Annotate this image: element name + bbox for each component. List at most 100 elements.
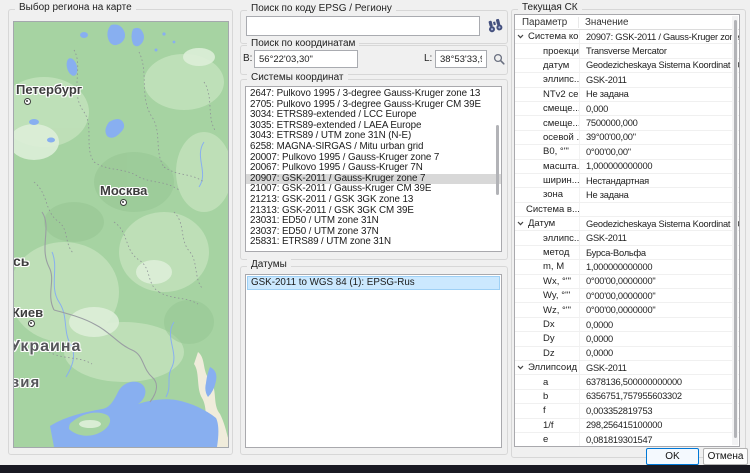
param-value-cell: 0,0000	[579, 347, 739, 360]
crs-list-item[interactable]: 2647: Pulkovo 1995 / 3-degree Gauss-Krug…	[246, 89, 501, 100]
param-value-cell: 0°00'00,0000000"	[579, 303, 739, 316]
cs-param-row[interactable]: e0,081819301547	[515, 433, 739, 447]
b-coordinate-input[interactable]	[254, 50, 358, 68]
cs-param-row[interactable]: методБурса-Вольфа	[515, 246, 739, 260]
params-scrollbar[interactable]	[732, 16, 738, 445]
crs-list-item[interactable]: 21313: GSK-2011 / GSK 3GK CM 39E	[246, 206, 501, 217]
crs-list-scrollbar[interactable]	[496, 125, 499, 195]
param-name-cell: b	[515, 391, 579, 402]
cs-param-row[interactable]: проекцияTransverse Mercator	[515, 44, 739, 58]
cs-param-row[interactable]: Система ко...20907: GSK-2011 / Gauss-Kru…	[515, 30, 739, 44]
param-name-cell: Dx	[515, 319, 579, 330]
param-value-cell: GSK-2011	[579, 231, 739, 244]
param-value-cell: Geodezicheskaya Sistema Koordinat 2011	[579, 217, 739, 230]
epsg-search-input[interactable]	[246, 16, 480, 36]
param-value-cell: Не задана	[579, 88, 739, 101]
cs-param-row[interactable]: эллипс...GSK-2011	[515, 73, 739, 87]
cs-param-row[interactable]: Dz0,0000	[515, 347, 739, 361]
datums-group-title: Датумы	[247, 259, 291, 270]
cs-param-row[interactable]: смеще...7500000,000	[515, 116, 739, 130]
map-labels: ПетербургМосквасьКиевУкраинавия	[14, 22, 228, 447]
ok-button[interactable]: OK	[646, 448, 699, 465]
crs-list-item[interactable]: 3035: ETRS89-extended / LAEA Europe	[246, 121, 501, 132]
cs-param-row[interactable]: зонаНе задана	[515, 188, 739, 202]
crs-list-item[interactable]: 23037: ED50 / UTM zone 37N	[246, 227, 501, 238]
cs-param-row[interactable]: датумGeodezicheskaya Sistema Koordinat 2…	[515, 59, 739, 73]
cs-param-row[interactable]: смеще...0,000	[515, 102, 739, 116]
cs-param-row[interactable]: Wz, °'"0°00'00,0000000"	[515, 303, 739, 317]
param-value-cell: Geodezicheskaya Sistema Koordinat 2011	[579, 59, 739, 72]
l-coordinate-input[interactable]	[435, 50, 487, 68]
crs-list-item[interactable]: 25831: ETRS89 / UTM zone 31N	[246, 237, 501, 248]
cancel-button[interactable]: Отмена	[703, 448, 748, 465]
param-name-cell: Система ко...	[515, 31, 579, 42]
param-name-cell: Датум	[515, 218, 579, 229]
cs-param-row[interactable]: f0,003352819753	[515, 404, 739, 418]
crs-list-item[interactable]: 6258: MAGNA-SIRGAS / Mitu urban grid	[246, 142, 501, 153]
coords-search-group-title: Поиск по координатам	[247, 38, 359, 49]
param-name-cell: Эллипсоид	[515, 362, 579, 373]
params-scrollbar-thumb[interactable]	[734, 20, 737, 438]
param-name-cell: смеще...	[515, 103, 579, 114]
param-name-cell: NTv2 се...	[515, 89, 579, 100]
cs-param-row[interactable]: ДатумGeodezicheskaya Sistema Koordinat 2…	[515, 217, 739, 231]
cs-param-row[interactable]: B0, °'"0°00'00,00"	[515, 145, 739, 159]
param-name-cell: 1/f	[515, 420, 579, 431]
param-name-cell: Wx, °'"	[515, 276, 579, 287]
crs-list-item[interactable]: 20907: GSK-2011 / Gauss-Kruger zone 7	[246, 174, 501, 185]
map-place-label: вия	[13, 374, 40, 391]
cs-param-row[interactable]: осевой ...39°00'00,00"	[515, 131, 739, 145]
cs-param-row[interactable]: эллипс...GSK-2011	[515, 231, 739, 245]
crs-list-item[interactable]: 2705: Pulkovo 1995 / 3-degree Gauss-Krug…	[246, 100, 501, 111]
crs-list-item[interactable]: 3034: ETRS89-extended / LCC Europe	[246, 110, 501, 121]
city-marker	[28, 320, 35, 327]
param-name-cell: Wy, °'"	[515, 290, 579, 301]
crs-list-item[interactable]: 23031: ED50 / UTM zone 31N	[246, 216, 501, 227]
cs-param-row[interactable]: ЭллипсоидGSK-2011	[515, 361, 739, 375]
crs-list-item[interactable]: 20067: Pulkovo 1995 / Gauss-Kruger 7N	[246, 163, 501, 174]
cs-param-row[interactable]: Wy, °'"0°00'00,0000000"	[515, 289, 739, 303]
crs-list-item[interactable]: 21007: GSK-2011 / Gauss-Kruger CM 39E	[246, 184, 501, 195]
cs-param-row[interactable]: b6356751,757955603302	[515, 390, 739, 404]
coordinate-system-dialog: Выбор региона на карте	[0, 0, 750, 473]
crs-group-title: Системы координат	[247, 72, 348, 83]
datums-list: GSK-2011 to WGS 84 (1): EPSG-Rus	[245, 274, 502, 448]
l-coordinate-label: L:	[424, 53, 432, 64]
cs-params-table: Параметр Значение Система ко...20907: GS…	[514, 14, 740, 447]
chevron-down-icon[interactable]	[517, 365, 527, 370]
crs-list-item[interactable]: 21213: GSK-2011 / GSK 3GK zone 13	[246, 195, 501, 206]
crs-list-item[interactable]: 3043: ETRS89 / UTM zone 31N (N-E)	[246, 131, 501, 142]
crs-list-item[interactable]: 20007: Pulkovo 1995 / Gauss-Kruger zone …	[246, 153, 501, 164]
cs-param-row[interactable]: NTv2 се...Не задана	[515, 88, 739, 102]
param-name-cell: осевой ...	[515, 132, 579, 143]
param-value-cell: 0,003352819753	[579, 404, 739, 417]
cs-param-row[interactable]: Dx0,0000	[515, 318, 739, 332]
cs-param-row[interactable]: Wx, °'"0°00'00,0000000"	[515, 275, 739, 289]
map-place-label: Украина	[13, 338, 81, 356]
chevron-down-icon[interactable]	[517, 221, 527, 226]
find-by-coords-button[interactable]	[490, 51, 507, 67]
cs-param-row[interactable]: масшта...1,000000000000	[515, 160, 739, 174]
cs-param-row[interactable]: a6378136,500000000000	[515, 375, 739, 389]
bottom-window-edge	[0, 465, 750, 473]
map-place-label: Киев	[13, 305, 43, 320]
cs-param-row[interactable]: Dy0,0000	[515, 332, 739, 346]
chevron-down-icon[interactable]	[517, 34, 527, 39]
param-name-cell: зона	[515, 189, 579, 200]
param-name-cell: a	[515, 377, 579, 388]
param-value-cell: Не задана	[579, 188, 739, 201]
find-by-code-button[interactable]	[484, 15, 505, 36]
datum-list-item[interactable]: GSK-2011 to WGS 84 (1): EPSG-Rus	[248, 277, 499, 289]
cs-param-row[interactable]: m, M1,000000000000	[515, 260, 739, 274]
param-value-cell: Бурса-Вольфа	[579, 246, 739, 259]
param-value-cell: Нестандартная	[579, 174, 739, 187]
param-value-cell: 0,081819301547	[579, 433, 739, 446]
region-map[interactable]: ПетербургМосквасьКиевУкраинавия	[13, 21, 229, 448]
param-value-cell: 0,0000	[579, 318, 739, 331]
binoculars-icon	[486, 17, 503, 33]
epsg-search-group-title: Поиск по коду EPSG / Региону	[247, 3, 396, 14]
cs-param-row[interactable]: Система в...	[515, 203, 739, 217]
cs-param-row[interactable]: ширин...Нестандартная	[515, 174, 739, 188]
param-value-cell: 7500000,000	[579, 116, 739, 129]
cs-param-row[interactable]: 1/f298,256415100000	[515, 419, 739, 433]
